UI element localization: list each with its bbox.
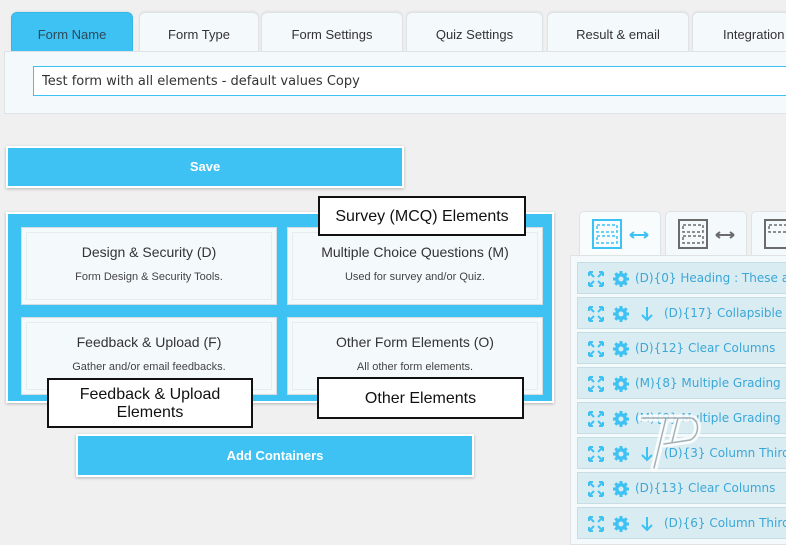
watermark-logo [638, 414, 701, 472]
expand-icon[interactable] [587, 445, 605, 463]
other-callout: Other Elements [317, 377, 524, 419]
feedback-callout-line: Feedback & Upload [79, 386, 221, 403]
layout-tab[interactable] [665, 211, 747, 255]
multiple-choice-group[interactable]: Multiple Choice Questions (M) Used for s… [287, 227, 543, 305]
expand-icon[interactable] [587, 515, 605, 533]
list-item-label: (M){8} Multiple Grading : M [635, 376, 786, 390]
expand-icon[interactable] [587, 305, 605, 323]
survey-callout: Survey (MCQ) Elements [318, 196, 526, 236]
layout-tab-active[interactable] [579, 211, 661, 255]
expand-icon[interactable] [587, 340, 605, 358]
group-title: Multiple Choice Questions (M) [321, 244, 509, 260]
feedback-callout: Feedback & Upload Elements [47, 378, 253, 428]
arrow-down-icon[interactable] [640, 515, 654, 533]
group-description: Form Design & Security Tools. [75, 271, 223, 283]
list-item-label: (D){12} Clear Columns [635, 341, 776, 355]
feedback-callout-line: Elements [116, 404, 184, 421]
group-title: Other Form Elements (O) [336, 334, 494, 350]
group-description: Used for survey and/or Quiz. [344, 271, 485, 283]
expand-icon[interactable] [587, 270, 605, 288]
list-item[interactable]: (D){0} Heading : These are [577, 262, 786, 294]
list-item[interactable]: (D){17} Collapsible Co [577, 297, 786, 329]
gear-icon[interactable] [612, 480, 630, 498]
expand-icon[interactable] [587, 375, 605, 393]
design-security-group[interactable]: Design & Security (D) Form Design & Secu… [21, 227, 277, 305]
group-description: Gather and/or email feedbacks. [72, 361, 226, 373]
gear-icon[interactable] [612, 305, 630, 323]
group-description: All other form elements. [356, 361, 474, 373]
group-title: Feedback & Upload (F) [76, 334, 222, 350]
group-title: Design & Security (D) [81, 244, 217, 260]
gear-icon[interactable] [612, 270, 630, 288]
list-item-label: (D){6} Column Third [664, 516, 786, 530]
gear-icon[interactable] [612, 375, 630, 393]
layout-tab[interactable] [751, 211, 786, 255]
form-name-input[interactable] [33, 66, 786, 96]
expand-icon[interactable] [587, 480, 605, 498]
tab-result-email[interactable]: Result & email [547, 12, 689, 52]
columns-layout-icon [678, 219, 735, 249]
tab-form-name[interactable]: Form Name [11, 12, 133, 52]
list-item[interactable]: (D){13} Clear Columns [577, 472, 786, 504]
columns-layout-icon [592, 219, 649, 249]
tab-quiz-settings[interactable]: Quiz Settings [406, 12, 543, 52]
list-item-label: (D){0} Heading : These are [635, 271, 786, 285]
form-name-panel [4, 51, 786, 114]
list-item[interactable]: (D){12} Clear Columns [577, 332, 786, 364]
add-containers-button[interactable]: Add Containers [76, 434, 474, 477]
tab-form-type[interactable]: Form Type [139, 12, 259, 52]
element-groups-panel: Design & Security (D) Form Design & Secu… [6, 212, 554, 403]
arrow-down-icon[interactable] [640, 305, 654, 323]
tab-form-settings[interactable]: Form Settings [261, 12, 403, 52]
tab-integration[interactable]: Integration [692, 12, 786, 52]
expand-icon[interactable] [587, 410, 605, 428]
list-item[interactable]: (D){6} Column Third [577, 507, 786, 539]
list-item-label: (D){13} Clear Columns [635, 481, 776, 495]
list-item[interactable]: (M){8} Multiple Grading : M [577, 367, 786, 399]
form-tabs: Form Name Form Type Form Settings Quiz S… [8, 12, 786, 52]
gear-icon[interactable] [612, 340, 630, 358]
gear-icon[interactable] [612, 515, 630, 533]
gear-icon[interactable] [612, 445, 630, 463]
gear-icon[interactable] [612, 410, 630, 428]
columns-layout-icon [764, 219, 786, 249]
list-item-label: (D){17} Collapsible Co [664, 306, 786, 320]
form-elements-list: (D){0} Heading : These are (D){17} Colla… [570, 255, 786, 545]
save-button[interactable]: Save [6, 146, 404, 188]
